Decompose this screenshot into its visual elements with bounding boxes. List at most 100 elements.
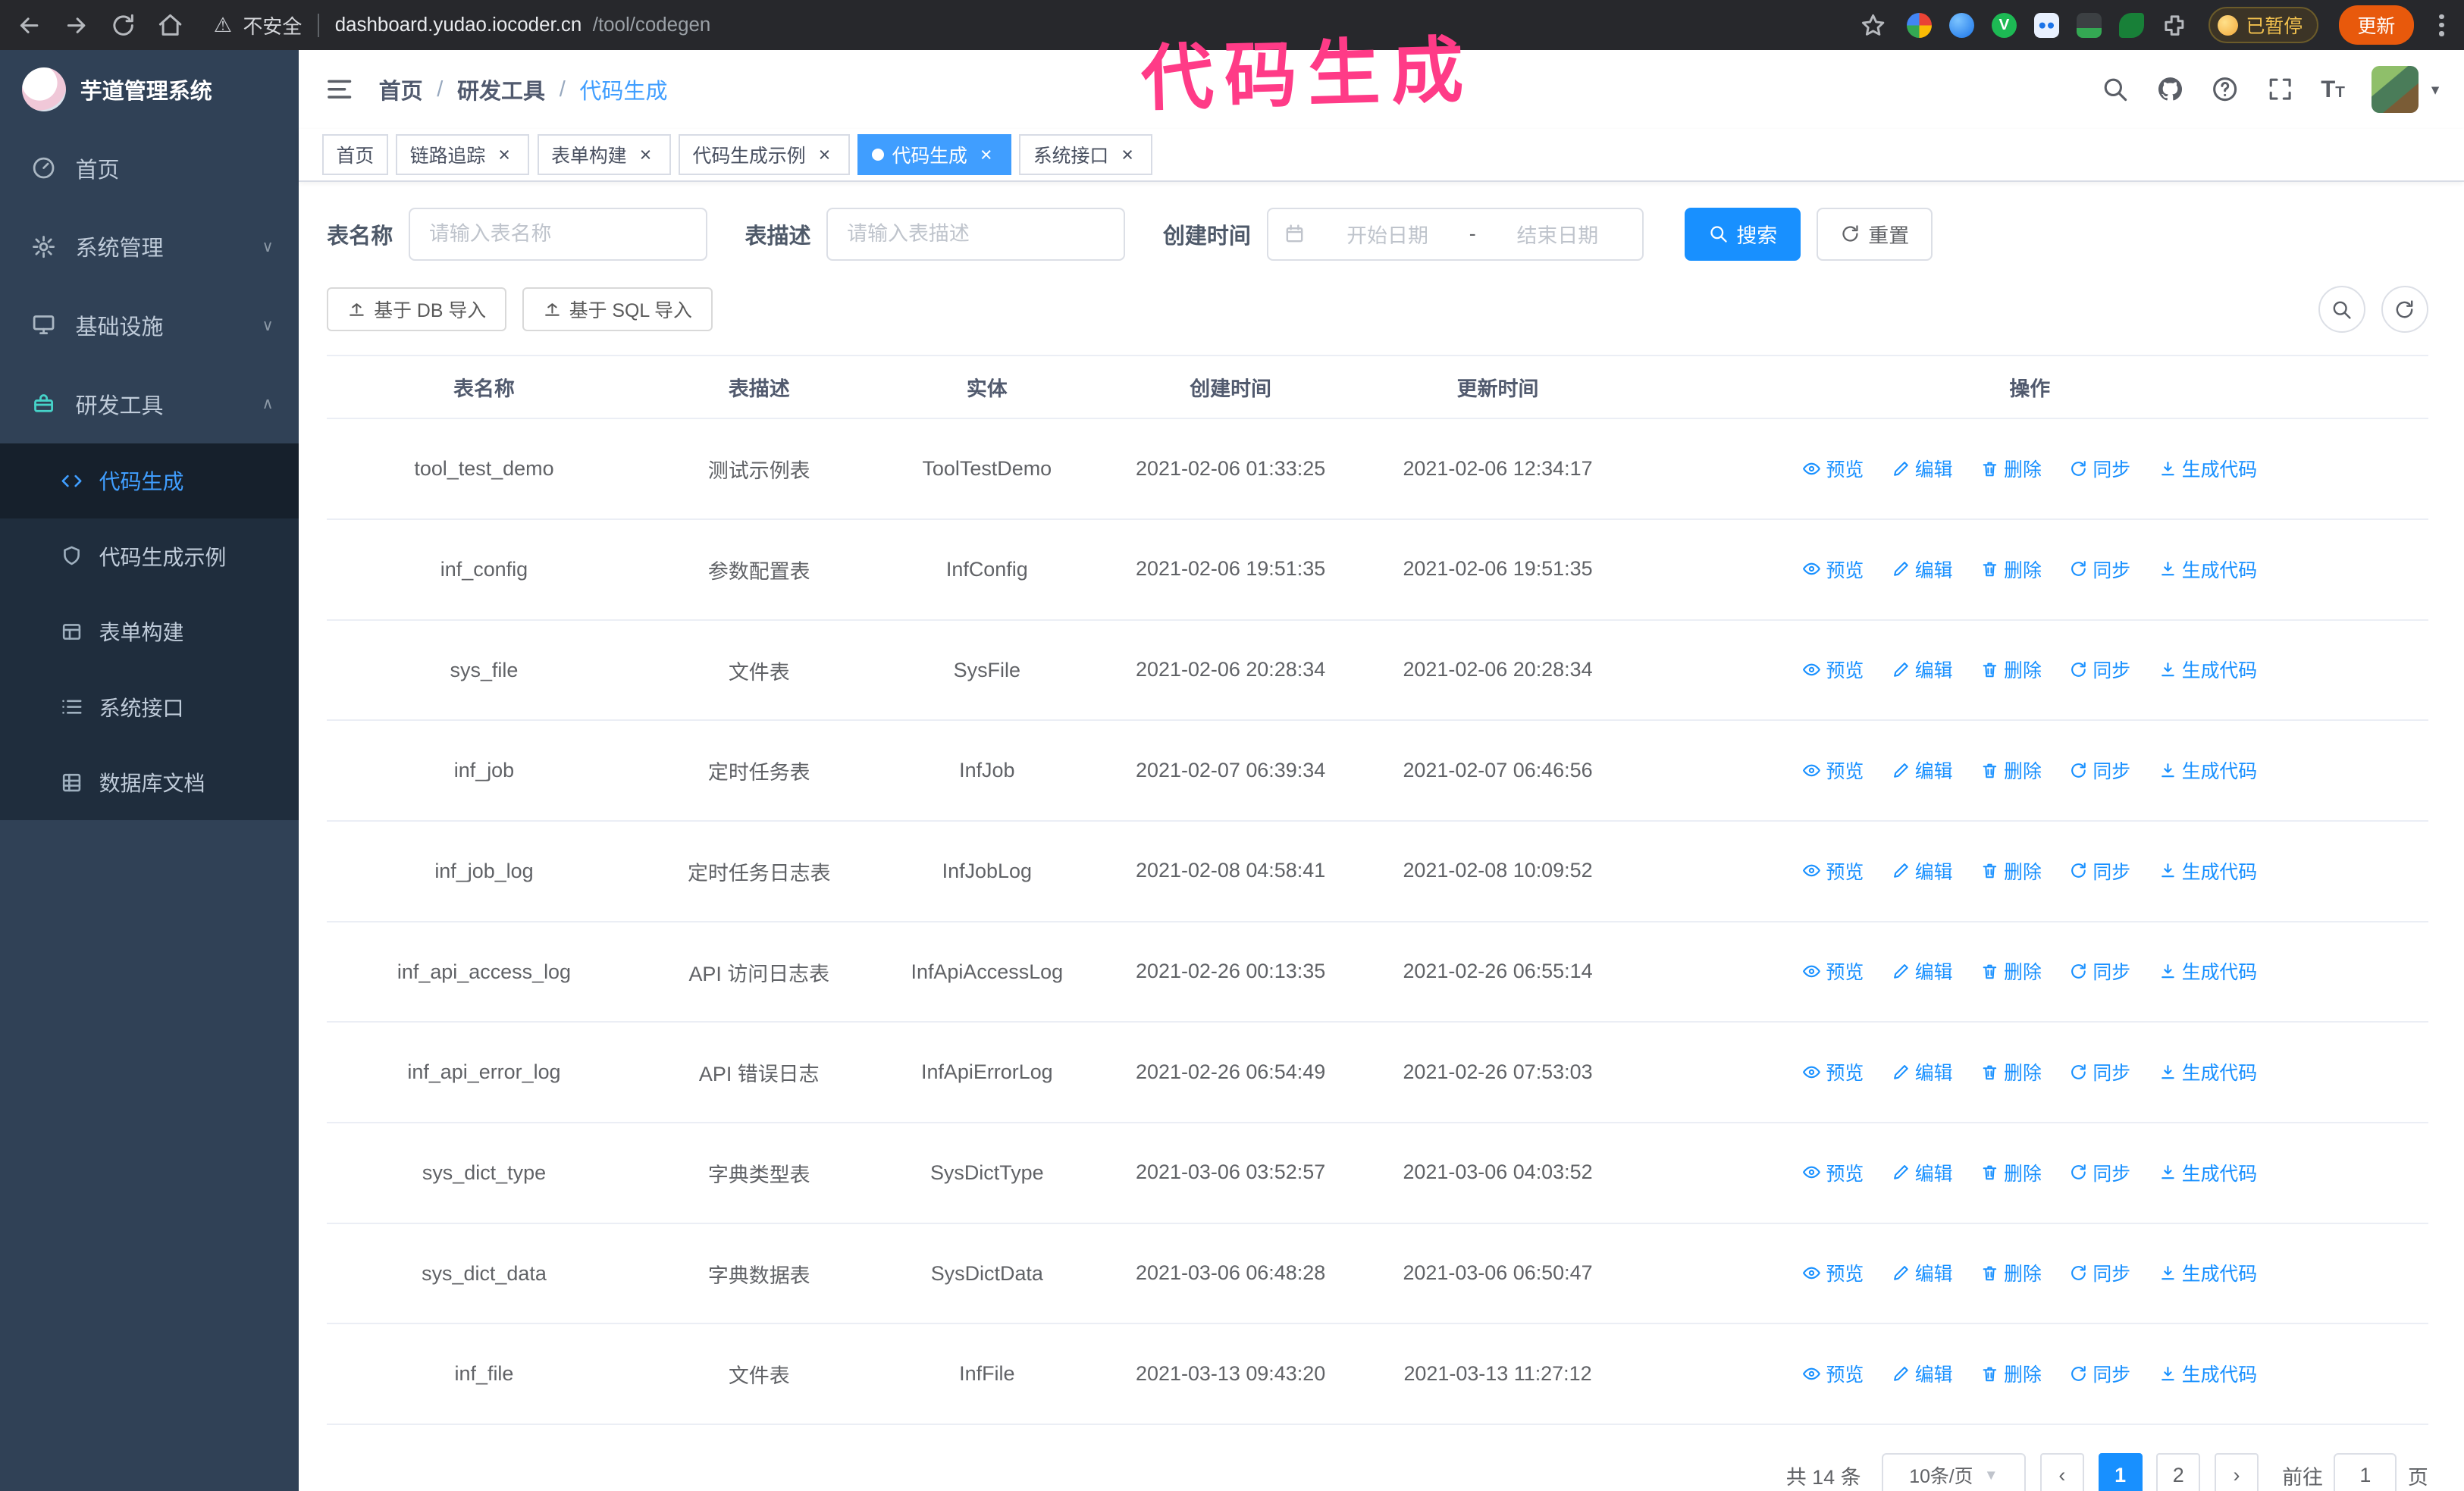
close-icon[interactable]: × [635, 144, 657, 166]
page-size-select[interactable]: 10条/页 ▼ [1881, 1453, 2027, 1491]
tab[interactable]: 代码生成 × [857, 134, 1011, 176]
edit-link[interactable]: 编辑 [1892, 656, 1953, 683]
page-number-button[interactable]: 1 [2098, 1453, 2143, 1491]
table-name-input[interactable] [408, 207, 707, 262]
generate-code-link[interactable]: 生成代码 [2158, 857, 2257, 885]
toggle-search-button[interactable] [2318, 286, 2365, 334]
generate-code-link[interactable]: 生成代码 [2158, 656, 2257, 683]
generate-code-link[interactable]: 生成代码 [2158, 957, 2257, 985]
sidebar-item-api[interactable]: 系统接口 [0, 669, 299, 745]
avatar-caret-icon[interactable]: ▾ [2431, 80, 2439, 99]
generate-code-link[interactable]: 生成代码 [2158, 455, 2257, 482]
edit-link[interactable]: 编辑 [1892, 556, 1953, 583]
import-db-button[interactable]: 基于 DB 导入 [327, 287, 506, 332]
generate-code-link[interactable]: 生成代码 [2158, 1360, 2257, 1387]
sidebar-item-codegen[interactable]: 代码生成 [0, 443, 299, 519]
extension-green-v-icon[interactable]: V [1991, 12, 2017, 38]
delete-link[interactable]: 删除 [1980, 756, 2042, 784]
sidebar-item-devtools[interactable]: 研发工具 ∧ [0, 365, 299, 443]
preview-link[interactable]: 预览 [1802, 1259, 1864, 1286]
preview-link[interactable]: 预览 [1802, 756, 1864, 784]
delete-link[interactable]: 删除 [1980, 1259, 2042, 1286]
bookmark-star-icon[interactable] [1860, 12, 1886, 39]
sidebar-item-codegen-example[interactable]: 代码生成示例 [0, 518, 299, 594]
tab[interactable]: 链路追踪 × [396, 134, 530, 176]
delete-link[interactable]: 删除 [1980, 1159, 2042, 1186]
close-icon[interactable]: × [494, 144, 516, 166]
refresh-table-button[interactable] [2381, 286, 2428, 334]
import-sql-button[interactable]: 基于 SQL 导入 [522, 287, 713, 332]
sidebar-item-infra[interactable]: 基础设施 ∨ [0, 286, 299, 365]
tab[interactable]: 系统接口 × [1019, 134, 1153, 176]
delete-link[interactable]: 删除 [1980, 1360, 2042, 1387]
font-size-icon[interactable]: TT [2321, 76, 2345, 103]
search-button[interactable]: 搜索 [1685, 207, 1801, 262]
breadcrumb-home[interactable]: 首页 [379, 74, 423, 105]
edit-link[interactable]: 编辑 [1892, 957, 1953, 985]
address-bar[interactable]: ⚠ 不安全 dashboard.yudao.iocoder.cn/tool/co… [214, 11, 710, 39]
preview-link[interactable]: 预览 [1802, 857, 1864, 885]
back-icon[interactable] [16, 12, 42, 39]
preview-link[interactable]: 预览 [1802, 556, 1864, 583]
sync-link[interactable]: 同步 [2069, 1058, 2130, 1085]
generate-code-link[interactable]: 生成代码 [2158, 556, 2257, 583]
preview-link[interactable]: 预览 [1802, 1360, 1864, 1387]
preview-link[interactable]: 预览 [1802, 1058, 1864, 1085]
extension-colorwheel-icon[interactable] [1906, 12, 1933, 38]
close-icon[interactable]: × [975, 144, 997, 166]
sync-link[interactable]: 同步 [2069, 756, 2130, 784]
tab[interactable]: 代码生成示例 × [678, 134, 850, 176]
next-page-button[interactable]: › [2214, 1453, 2259, 1491]
preview-link[interactable]: 预览 [1802, 455, 1864, 482]
search-icon[interactable] [2101, 75, 2129, 103]
extension-people-icon[interactable]: ●● [2033, 12, 2059, 38]
close-icon[interactable]: × [1117, 144, 1139, 166]
generate-code-link[interactable]: 生成代码 [2158, 756, 2257, 784]
sidebar-collapse-icon[interactable] [324, 74, 355, 105]
update-button[interactable]: 更新 [2338, 5, 2415, 45]
user-avatar[interactable] [2372, 66, 2419, 114]
extension-leaf-icon[interactable] [2118, 12, 2144, 38]
prev-page-button[interactable]: ‹ [2039, 1453, 2084, 1491]
preview-link[interactable]: 预览 [1802, 656, 1864, 683]
sync-link[interactable]: 同步 [2069, 957, 2130, 985]
fullscreen-icon[interactable] [2266, 75, 2294, 103]
edit-link[interactable]: 编辑 [1892, 1360, 1953, 1387]
sync-link[interactable]: 同步 [2069, 556, 2130, 583]
edit-link[interactable]: 编辑 [1892, 1159, 1953, 1186]
delete-link[interactable]: 删除 [1980, 656, 2042, 683]
sidebar-item-form-builder[interactable]: 表单构建 [0, 594, 299, 670]
sync-link[interactable]: 同步 [2069, 656, 2130, 683]
edit-link[interactable]: 编辑 [1892, 455, 1953, 482]
sync-link[interactable]: 同步 [2069, 1360, 2130, 1387]
tab[interactable]: 首页 [321, 134, 388, 176]
close-icon[interactable]: × [813, 144, 835, 166]
date-range-picker[interactable]: 开始日期 - 结束日期 [1266, 207, 1644, 262]
sync-link[interactable]: 同步 [2069, 857, 2130, 885]
reload-icon[interactable] [110, 12, 136, 39]
generate-code-link[interactable]: 生成代码 [2158, 1259, 2257, 1286]
generate-code-link[interactable]: 生成代码 [2158, 1058, 2257, 1085]
reset-button[interactable]: 重置 [1816, 207, 1933, 262]
home-nav-icon[interactable] [157, 12, 183, 39]
extension-blue-drop-icon[interactable] [1948, 12, 1975, 38]
extension-dark-icon[interactable] [2076, 12, 2102, 38]
puzzle-icon[interactable] [2161, 12, 2188, 39]
edit-link[interactable]: 编辑 [1892, 756, 1953, 784]
paused-badge[interactable]: 已暂停 [2208, 7, 2318, 44]
sync-link[interactable]: 同步 [2069, 455, 2130, 482]
tab[interactable]: 表单构建 × [537, 134, 671, 176]
edit-link[interactable]: 编辑 [1892, 1259, 1953, 1286]
github-icon[interactable] [2156, 75, 2184, 103]
breadcrumb-devtools[interactable]: 研发工具 [457, 74, 545, 105]
sync-link[interactable]: 同步 [2069, 1259, 2130, 1286]
delete-link[interactable]: 删除 [1980, 455, 2042, 482]
preview-link[interactable]: 预览 [1802, 957, 1864, 985]
help-icon[interactable] [2211, 75, 2239, 103]
edit-link[interactable]: 编辑 [1892, 857, 1953, 885]
delete-link[interactable]: 删除 [1980, 1058, 2042, 1085]
sidebar-item-system[interactable]: 系统管理 ∨ [0, 208, 299, 287]
edit-link[interactable]: 编辑 [1892, 1058, 1953, 1085]
browser-menu-icon[interactable] [2434, 9, 2449, 40]
sidebar-item-db-doc[interactable]: 数据库文档 [0, 745, 299, 821]
